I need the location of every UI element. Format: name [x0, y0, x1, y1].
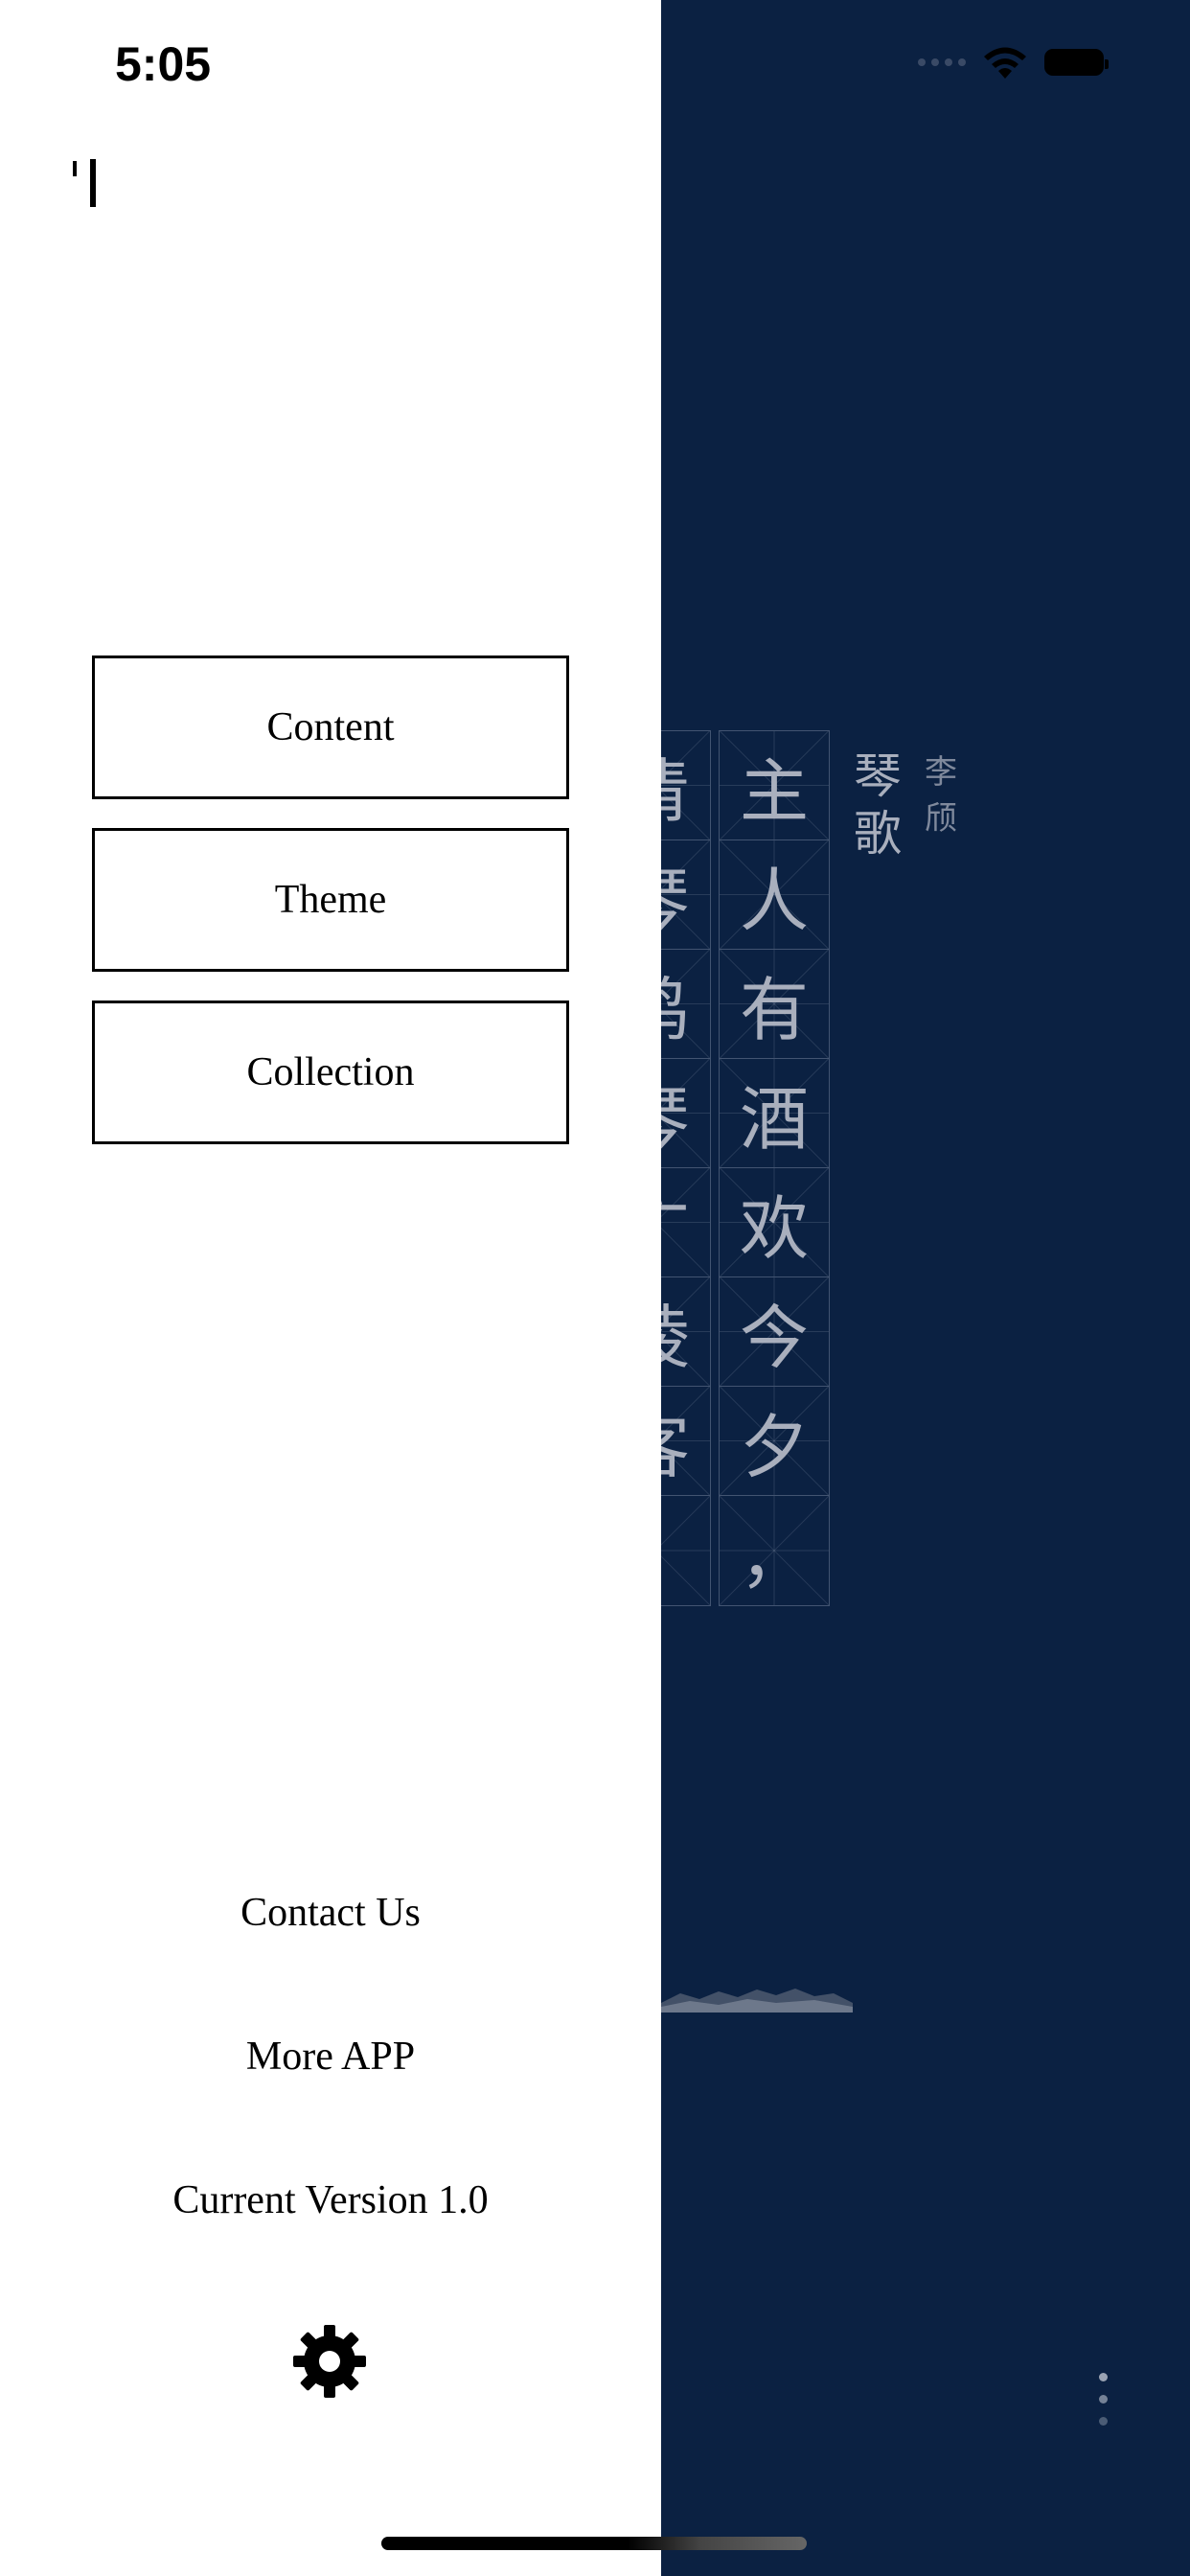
- gear-icon[interactable]: [291, 2323, 368, 2400]
- version-label: Current Version 1.0: [172, 2178, 489, 2222]
- poem-char: 夕: [720, 1387, 829, 1496]
- poem-column-1: 主 人 有 酒 欢 今 夕 ，: [719, 730, 830, 1606]
- status-indicators: [918, 44, 1109, 80]
- status-time: 5:05: [115, 37, 212, 91]
- poem-char: 主: [720, 731, 829, 840]
- signal-icon: [918, 54, 972, 71]
- content-button[interactable]: Content: [92, 656, 569, 799]
- poem-char: 人: [720, 840, 829, 950]
- poem-author: 李颀: [925, 753, 957, 838]
- more-app-link[interactable]: More APP: [0, 2034, 661, 2080]
- poem-title: 琴歌: [854, 748, 902, 862]
- home-indicator[interactable]: [381, 2537, 807, 2550]
- poem-char: 欢: [720, 1168, 829, 1277]
- poem-char: 今: [720, 1277, 829, 1387]
- theme-button[interactable]: Theme: [92, 828, 569, 972]
- wifi-icon: [984, 47, 1026, 79]
- mountain-illustration: [661, 1989, 853, 2012]
- battery-icon: [1044, 49, 1109, 76]
- poem-char: ，: [720, 1496, 829, 1605]
- collection-button[interactable]: Collection: [92, 1000, 569, 1144]
- quote-icon[interactable]: [71, 157, 103, 209]
- more-options-icon[interactable]: [1088, 2373, 1117, 2440]
- contact-us-link[interactable]: Contact Us: [0, 1890, 661, 1936]
- side-drawer: 5:05 Content Theme Collection Contact Us…: [0, 0, 661, 2576]
- poem-char: 有: [720, 950, 829, 1059]
- poem-char: 酒: [720, 1059, 829, 1168]
